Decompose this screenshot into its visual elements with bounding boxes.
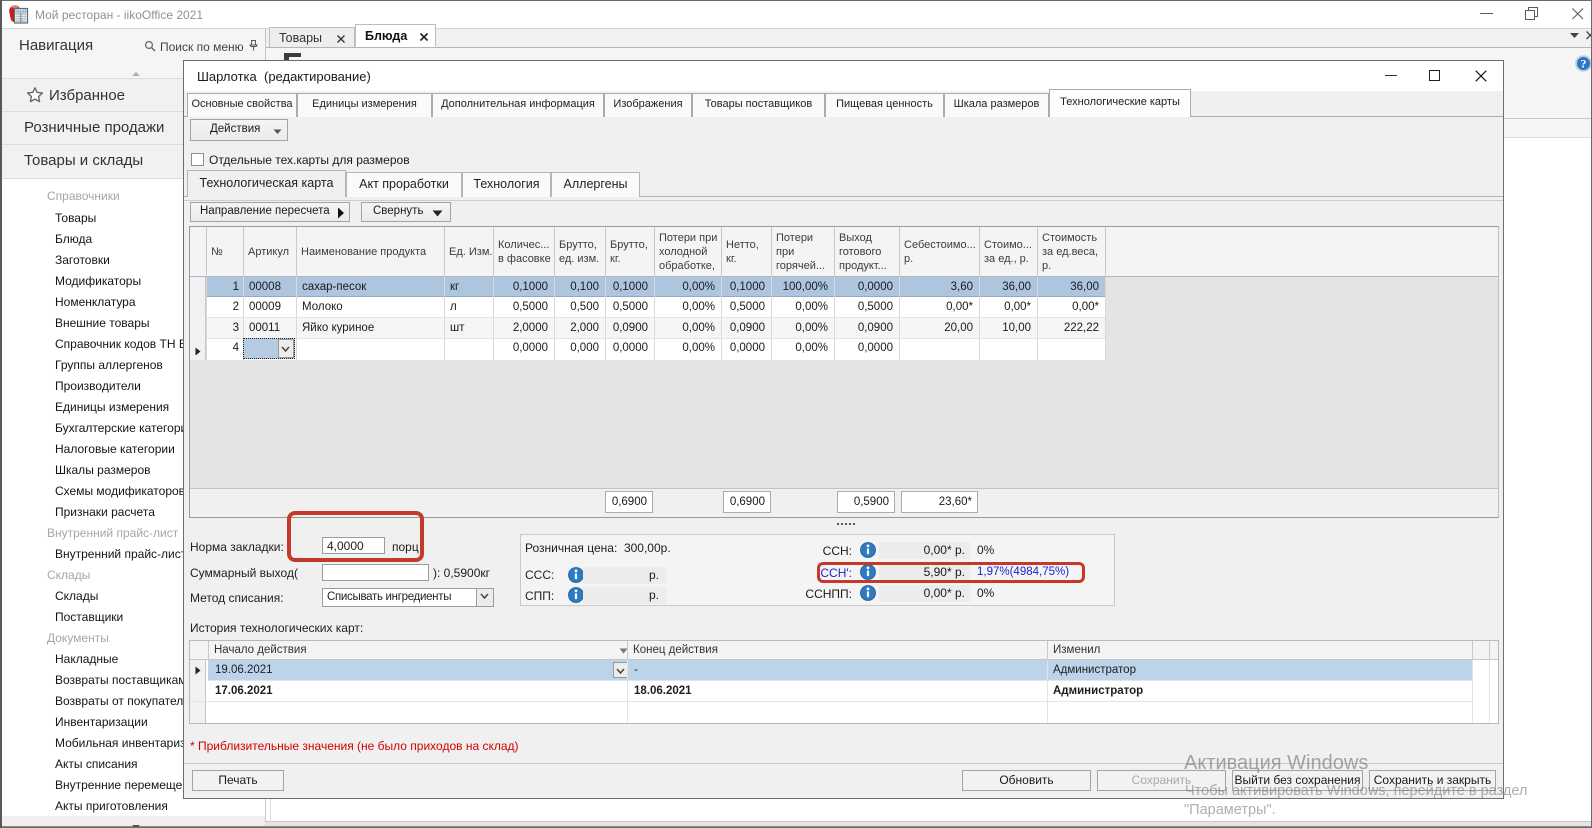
svg-text:?: ? [1581,57,1587,71]
